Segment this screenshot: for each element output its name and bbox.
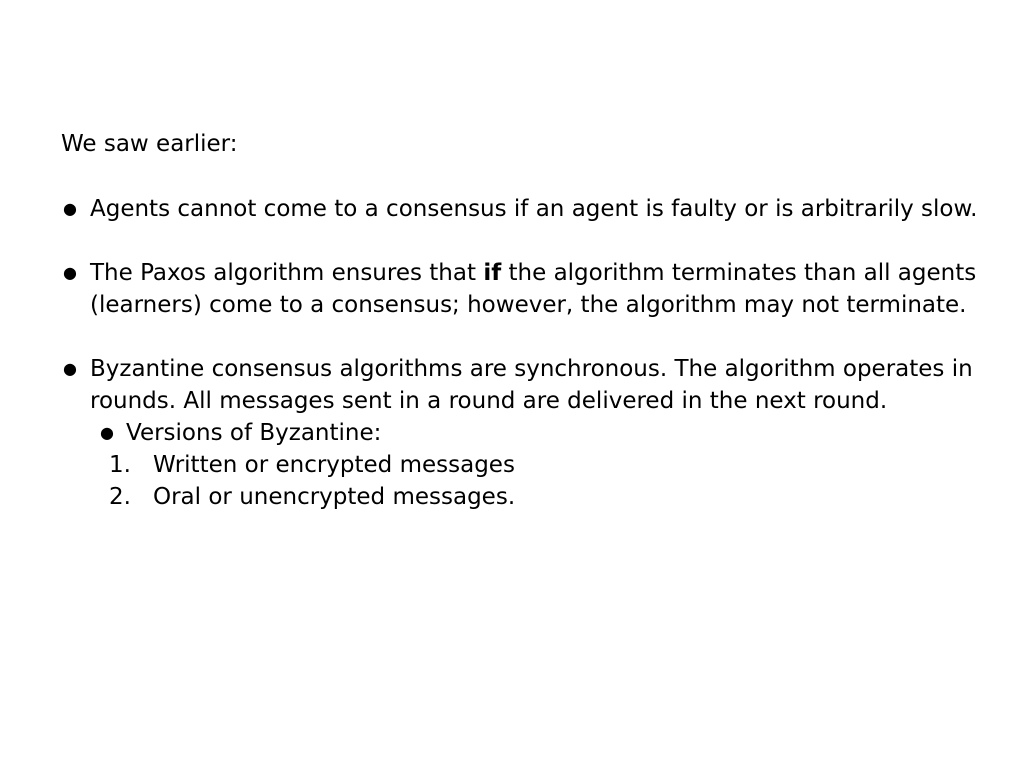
item-number: 1. xyxy=(109,452,131,478)
bullet-item: ● Agents cannot come to a consensus if a… xyxy=(0,193,1024,225)
slide: We saw earlier: ● Agents cannot come to … xyxy=(0,0,1024,768)
numbered-item-text: Written or encrypted messages xyxy=(153,452,515,478)
numbered-item: 2. Oral or unencrypted messages. xyxy=(90,481,984,513)
bullet-text: The Paxos algorithm ensures that if the … xyxy=(90,260,976,318)
bullet-dot-icon: ● xyxy=(63,263,77,282)
intro-text: We saw earlier: xyxy=(61,131,238,157)
numbered-list: 1. Written or encrypted messages 2. Oral… xyxy=(90,449,984,513)
numbered-item-text: Oral or unencrypted messages. xyxy=(153,484,516,510)
sub-bullet-item: ● Versions of Byzantine: xyxy=(90,417,984,449)
numbered-item: 1. Written or encrypted messages xyxy=(90,449,984,481)
bullet-text: Byzantine consensus algorithms are synch… xyxy=(90,356,973,414)
bullet-text-bold: if xyxy=(483,260,502,286)
bullet-dot-icon: ● xyxy=(63,199,77,218)
sub-bullet-text: Versions of Byzantine: xyxy=(126,420,382,446)
item-number: 2. xyxy=(109,484,131,510)
bullet-text: Agents cannot come to a consensus if an … xyxy=(90,196,978,222)
bullet-item: ● The Paxos algorithm ensures that if th… xyxy=(0,257,1024,321)
bullet-text-part: The Paxos algorithm ensures that xyxy=(90,260,484,286)
bullet-item: ● Byzantine consensus algorithms are syn… xyxy=(0,353,1024,513)
bullet-list: ● Agents cannot come to a consensus if a… xyxy=(0,193,1024,513)
sub-bullet-dot-icon: ● xyxy=(100,423,114,442)
bullet-dot-icon: ● xyxy=(63,359,77,378)
